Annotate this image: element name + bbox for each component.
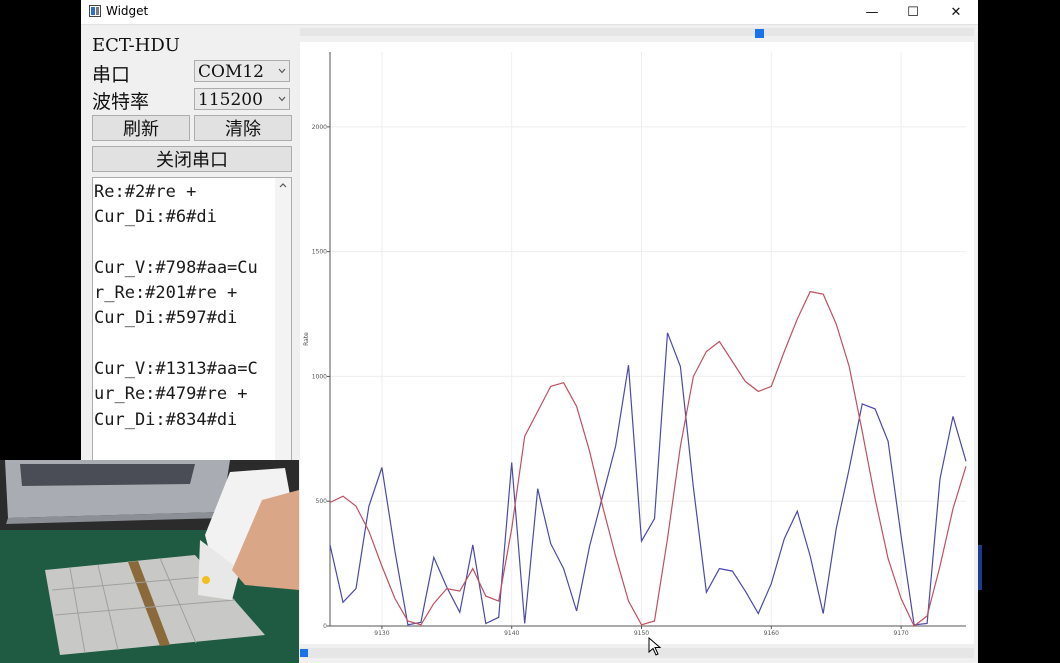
y-tick-label: 0 xyxy=(323,623,327,630)
bottom-scrollbar[interactable] xyxy=(300,648,974,658)
title-bar[interactable]: Widget — ☐ ✕ xyxy=(81,0,978,25)
rate-line-chart: 0 500 1000 1500 2000 9130 9140 9150 9160 9170 Rate xyxy=(303,52,967,637)
port-label: 串口 xyxy=(92,64,131,86)
bottom-scroll-handle[interactable] xyxy=(300,649,308,657)
window-title: Widget xyxy=(106,4,149,18)
x-tick-label: 9170 xyxy=(893,630,908,637)
port-select-value: COM12 xyxy=(198,62,264,82)
plot-area[interactable]: 0 500 1000 1500 2000 9130 9140 9150 9160 9170 Rate xyxy=(300,42,974,644)
maximize-icon: ☐ xyxy=(907,4,919,20)
y-tick-label: 500 xyxy=(316,498,328,505)
y-tick-label: 2000 xyxy=(312,124,327,131)
minimize-icon: — xyxy=(865,4,879,20)
minimize-button[interactable]: — xyxy=(850,0,894,24)
desktop-edge xyxy=(978,545,982,590)
close-icon: ✕ xyxy=(950,4,962,20)
chevron-down-icon xyxy=(278,68,286,74)
refresh-button[interactable]: 刷新 xyxy=(92,115,190,141)
x-tick-label: 9130 xyxy=(374,630,389,637)
baud-rate-select-value: 115200 xyxy=(198,90,263,110)
mouse-cursor-icon xyxy=(648,637,662,656)
close-port-button[interactable]: 关闭串口 xyxy=(92,146,292,172)
chevron-up-icon[interactable] xyxy=(279,183,287,188)
close-button[interactable]: ✕ xyxy=(934,0,978,24)
x-tick-label: 9150 xyxy=(634,630,649,637)
x-tick-label: 9160 xyxy=(764,630,779,637)
clear-button[interactable]: 清除 xyxy=(194,115,292,141)
y-tick-label: 1000 xyxy=(312,373,327,380)
top-scroll-handle[interactable] xyxy=(755,29,764,38)
serial-log-textarea[interactable]: Re:#2#re + Cur_Di:#6#di Cur_V:#798#aa=Cu… xyxy=(92,177,292,467)
series-line-red xyxy=(329,290,967,627)
baud-rate-label: 波特率 xyxy=(92,91,150,113)
y-tick-label: 1500 xyxy=(312,249,327,256)
baud-rate-select[interactable]: 115200 xyxy=(194,88,290,110)
y-axis-label: Rate xyxy=(303,332,310,346)
log-scrollbar[interactable] xyxy=(275,178,291,466)
maximize-button[interactable]: ☐ xyxy=(891,0,935,24)
app-label: ECT-HDU xyxy=(92,35,180,56)
port-select[interactable]: COM12 xyxy=(194,60,290,82)
camera-overlay-image xyxy=(0,460,299,663)
chevron-down-icon xyxy=(278,96,286,102)
x-tick-label: 9140 xyxy=(504,630,519,637)
app-icon xyxy=(89,5,101,17)
serial-log-text: Re:#2#re + Cur_Di:#6#di Cur_V:#798#aa=Cu… xyxy=(94,182,258,430)
top-scrollbar[interactable] xyxy=(300,28,974,38)
